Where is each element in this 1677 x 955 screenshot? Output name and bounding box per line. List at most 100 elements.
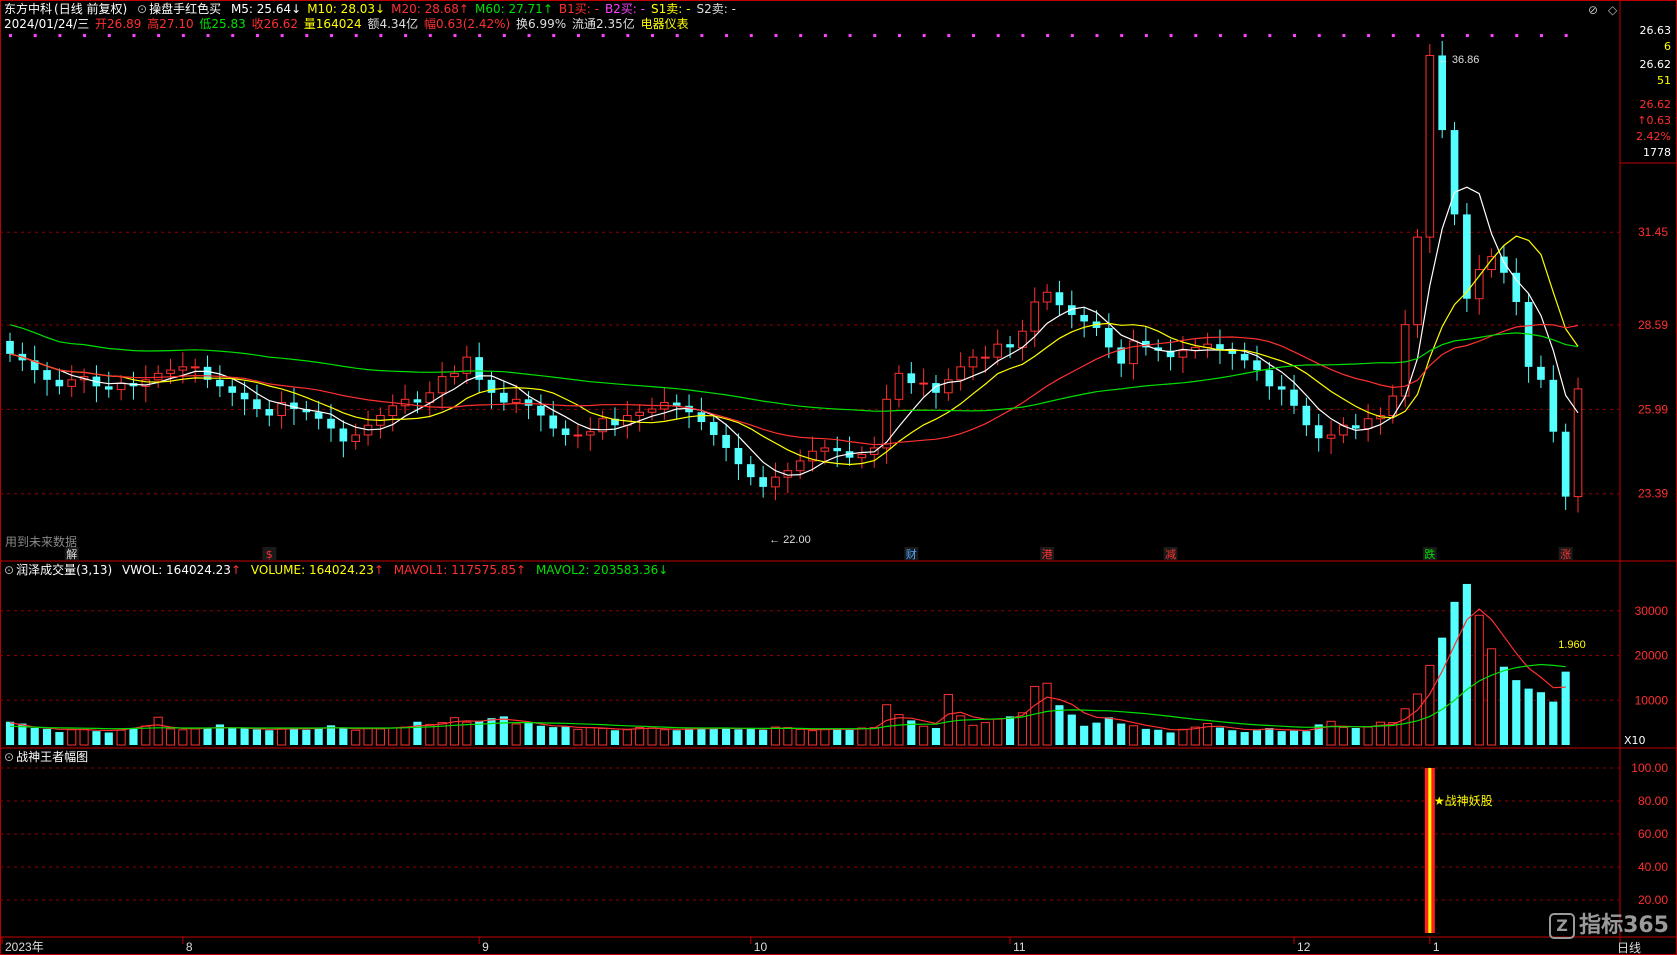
volume-bar [1178, 728, 1188, 746]
candle-body [190, 366, 200, 369]
candle-body [1463, 214, 1471, 299]
candle-body [672, 402, 681, 406]
candle-body [759, 477, 767, 487]
war-axis-label: 80.00 [1638, 794, 1668, 808]
volume-bar [635, 727, 645, 746]
volume-bar [1487, 648, 1497, 746]
indicator-settings-icon[interactable]: ⊙ [137, 2, 147, 16]
candle-body [549, 415, 558, 429]
volume-bar [363, 727, 373, 746]
volume-unit: X10 [1624, 734, 1646, 747]
signal-dot [922, 34, 926, 37]
volume-bar [1524, 688, 1533, 745]
signal-dot [1293, 34, 1297, 37]
ma-legend-item: S2卖: - [696, 2, 736, 16]
candle-body [981, 356, 990, 359]
volume-bar [1425, 664, 1435, 746]
volume-bar [141, 725, 151, 746]
candle-body [722, 434, 730, 448]
volume-bar [116, 729, 126, 746]
volume-indicator-name[interactable]: 润泽成交量(3,13) [16, 563, 112, 577]
settings-icon[interactable]: ⊘ [1588, 3, 1598, 17]
volume-bar [1363, 726, 1373, 746]
volume-bar [659, 729, 669, 746]
volume-bar [882, 704, 892, 746]
mavol2-arrow: ↓ [658, 563, 669, 577]
volume-bar [462, 721, 472, 746]
volume-bar [919, 725, 929, 746]
candle-body [1512, 272, 1521, 302]
candle-body [1080, 314, 1088, 322]
info-box-value: 26.62 [1639, 98, 1672, 111]
volume-bar [684, 728, 694, 745]
volume-bar [622, 729, 632, 746]
signal-dot [1490, 34, 1494, 37]
volume-bar [487, 718, 496, 745]
indicator-name[interactable]: 操盘手红色买 [149, 2, 221, 16]
quote-close: 收26.62 [251, 17, 298, 31]
volume-bar [339, 728, 348, 745]
candle-body [1290, 389, 1298, 406]
volume-bar [722, 727, 731, 745]
candle-body [820, 447, 830, 452]
volume-bar [734, 729, 743, 745]
candle-body [6, 340, 14, 354]
volume-end-label: 1.960 [1558, 639, 1586, 651]
volume-bar [1042, 682, 1052, 746]
signal-dot [972, 34, 976, 37]
volume-bar [647, 727, 657, 746]
chart-canvas: 31.45 28.59 25.99 23.39 30000 20000 10000 100.0… [0, 0, 1677, 955]
candle-body [1326, 434, 1336, 439]
candle-body [1351, 425, 1360, 429]
stock-name[interactable]: 东方中科 [4, 2, 52, 16]
time-axis-label: 11 [1013, 940, 1026, 954]
candle-body [561, 428, 570, 435]
signal-dot [1342, 34, 1346, 37]
vwol-arrow: ↑ [230, 563, 242, 577]
candle-body [104, 386, 113, 390]
candle-body [1314, 425, 1323, 439]
candle-body [166, 369, 175, 374]
price-axis-label: 31.45 [1638, 225, 1668, 239]
candle-body [746, 464, 755, 478]
volume-settings-icon[interactable]: ⊙ [4, 563, 14, 577]
candle-body [1105, 327, 1113, 348]
candle-body [437, 376, 447, 394]
candle-body [635, 411, 644, 417]
signal-dot [33, 34, 37, 37]
ma-legend-item: B1买: - [558, 2, 599, 16]
signal-dot [181, 34, 185, 37]
signal-dot [305, 34, 309, 37]
war-signal-core [1428, 768, 1432, 933]
volume-bar [770, 726, 781, 746]
volume-bar [375, 728, 385, 746]
war-settings-icon[interactable]: ⊙ [4, 750, 14, 764]
signal-dot [1120, 34, 1124, 37]
signal-dot [552, 34, 556, 37]
candle-body [351, 434, 361, 442]
expand-icon[interactable]: ◇ [1608, 3, 1617, 17]
volume-bar [1215, 727, 1225, 745]
volume-bar [1277, 731, 1286, 745]
candle-body [413, 399, 422, 403]
quote-low: 低25.83 [199, 17, 246, 31]
candle-body [43, 370, 51, 380]
signal-dot [576, 34, 580, 37]
candle-body [1277, 386, 1286, 390]
event-marker: 港 [1042, 548, 1053, 561]
volume-bar [5, 721, 15, 745]
quote-sector[interactable]: 电器仪表 [641, 17, 689, 31]
quote-amount: 额4.34亿 [367, 17, 419, 31]
signal-dot [1021, 34, 1025, 37]
war-signal-label: ★战神妖股 [1434, 794, 1493, 808]
volume-bar [351, 729, 361, 746]
signal-dot [478, 34, 482, 37]
period-label[interactable]: 日线 [1617, 941, 1641, 955]
candle-body [833, 447, 842, 452]
price-axis-label: 28.59 [1638, 318, 1668, 332]
volume-bar [1302, 731, 1311, 745]
ma-legend-item: M60: 27.71↑ [474, 2, 553, 16]
volume-bar [1400, 708, 1410, 746]
ma-legend-item: S1卖: - [651, 2, 691, 16]
war-indicator-name[interactable]: 战神王者幅图 [16, 750, 88, 764]
